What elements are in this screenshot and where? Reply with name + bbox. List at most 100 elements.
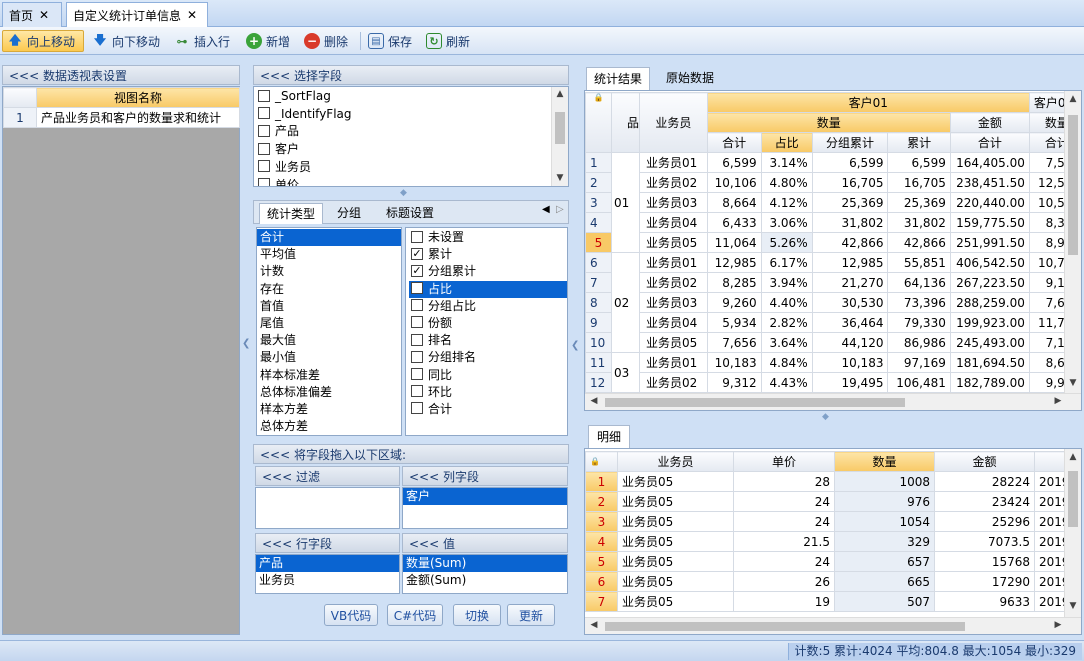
value-cell[interactable]: 199,923.00 bbox=[949, 312, 1030, 333]
sum-header[interactable]: 合计 bbox=[706, 132, 762, 153]
tab-group[interactable]: 分组 bbox=[332, 203, 366, 224]
tab-scroll-right-icon[interactable]: ▷ bbox=[556, 204, 564, 215]
checkbox[interactable] bbox=[258, 89, 270, 102]
checkbox[interactable] bbox=[258, 142, 270, 155]
table-row[interactable]: 2 业务员05 24 976 23424 2019 bbox=[585, 491, 1081, 512]
table-row[interactable]: 1 产品业务员和客户的数量求和统计 bbox=[3, 107, 240, 128]
stat-type-item[interactable]: 存在 bbox=[257, 281, 401, 298]
option-item[interactable]: 合计 bbox=[409, 401, 567, 418]
salesperson-cell[interactable]: 业务员05 bbox=[617, 571, 734, 592]
scroll-thumb[interactable] bbox=[1068, 471, 1078, 527]
salesperson-header[interactable]: 业务员 bbox=[639, 92, 708, 153]
delete-button[interactable]: − 删除 bbox=[300, 30, 352, 52]
value-cell[interactable]: 4.40% bbox=[760, 292, 813, 313]
table-row[interactable]: 3 业务员03 8,664 4.12% 25,369 25,369 220,440.00 10… bbox=[585, 192, 1081, 213]
value-cell[interactable]: 17290 bbox=[934, 571, 1035, 592]
scroll-up-icon[interactable]: ▲ bbox=[1066, 452, 1080, 462]
column-fields-drop-zone[interactable]: 客户 bbox=[402, 487, 568, 529]
amount-sum-header[interactable]: 合计 bbox=[949, 132, 1030, 153]
value-cell[interactable]: 10,183 bbox=[811, 352, 889, 373]
value-cell[interactable]: 9633 bbox=[934, 591, 1035, 612]
value-cell[interactable]: 288,259.00 bbox=[949, 292, 1030, 313]
scroll-right-icon[interactable]: ▶ bbox=[1051, 396, 1065, 406]
value-cell[interactable]: 55,851 bbox=[887, 252, 951, 273]
value-cell[interactable]: 7073.5 bbox=[934, 531, 1035, 552]
table-row[interactable]: 5 业务员05 11,064 5.26% 42,866 42,866 251,991.50 8… bbox=[585, 232, 1081, 253]
stat-type-item[interactable]: 合计 bbox=[257, 229, 401, 247]
salesperson-cell[interactable]: 业务员05 bbox=[617, 471, 734, 492]
value-cell[interactable]: 11,064 bbox=[706, 232, 762, 253]
customer01-header[interactable]: 客户01 bbox=[706, 92, 1030, 113]
value-cell[interactable]: 6,599 bbox=[706, 152, 762, 173]
csharp-code-button[interactable]: C#代码 bbox=[387, 604, 443, 626]
option-item[interactable]: 份额 bbox=[409, 315, 567, 332]
value-cell[interactable]: 9,312 bbox=[706, 372, 762, 393]
checkbox[interactable] bbox=[411, 316, 423, 329]
group-cumulative-header[interactable]: 分组累计 bbox=[811, 132, 889, 153]
scroll-down-icon[interactable]: ▼ bbox=[553, 173, 567, 183]
table-row[interactable]: 6 02 业务员01 12,985 6.17% 12,985 55,851 406,542.5… bbox=[585, 252, 1081, 353]
table-row[interactable]: 1 业务员05 28 1008 28224 2019 bbox=[585, 471, 1081, 492]
checkbox[interactable] bbox=[411, 368, 423, 380]
value-cell[interactable]: 329 bbox=[834, 531, 935, 552]
value-cell[interactable]: 24 bbox=[733, 551, 835, 572]
stat-type-item[interactable]: 平均值 bbox=[257, 246, 401, 263]
salesperson-cell[interactable]: 业务员04 bbox=[639, 312, 708, 333]
stat-type-item[interactable]: 计数 bbox=[257, 263, 401, 280]
checkbox[interactable] bbox=[258, 107, 270, 120]
tab-order-stats[interactable]: 自定义统计订单信息 ✕ bbox=[66, 2, 208, 27]
field-item[interactable]: _IdentifyFlag bbox=[258, 106, 564, 124]
collapse-left-handle[interactable]: ❮ bbox=[242, 338, 250, 362]
value-cell[interactable]: 42,866 bbox=[887, 232, 951, 253]
stat-type-item[interactable]: 最大值 bbox=[257, 332, 401, 349]
scroll-thumb[interactable] bbox=[1068, 115, 1078, 255]
table-row[interactable]: 12 业务员02 9,312 4.43% 19,495 106,481 182,789.00… bbox=[585, 372, 1081, 393]
product-header[interactable]: 品 bbox=[610, 92, 641, 153]
salesperson-cell[interactable]: 业务员05 bbox=[617, 591, 734, 612]
value-cell[interactable]: 86,986 bbox=[887, 332, 951, 353]
value-cell[interactable]: 1054 bbox=[834, 511, 935, 532]
value-cell[interactable]: 164,405.00 bbox=[949, 152, 1030, 173]
value-cell[interactable]: 73,396 bbox=[887, 292, 951, 313]
salesperson-cell[interactable]: 业务员01 bbox=[639, 152, 708, 173]
percent-header[interactable]: 占比 bbox=[760, 132, 813, 153]
value-cell[interactable]: 31,802 bbox=[811, 212, 889, 233]
value-cell[interactable]: 4.43% bbox=[760, 372, 813, 393]
tab-stat-type[interactable]: 统计类型 bbox=[259, 203, 323, 224]
switch-button[interactable]: 切换 bbox=[453, 604, 501, 626]
amount-group-header[interactable]: 金额 bbox=[949, 112, 1030, 133]
value-cell[interactable]: 665 bbox=[834, 571, 935, 592]
value-field-item[interactable]: 金额(Sum) bbox=[403, 572, 567, 589]
scroll-up-icon[interactable]: ▲ bbox=[553, 89, 567, 99]
value-cell[interactable]: 36,464 bbox=[811, 312, 889, 333]
pivot-settings-title[interactable]: <<< 数据透视表设置 bbox=[2, 65, 240, 85]
detail-salesperson-header[interactable]: 业务员 bbox=[617, 451, 734, 472]
pivot-hscrollbar[interactable]: ◀ ▶ bbox=[585, 393, 1081, 410]
salesperson-cell[interactable]: 业务员05 bbox=[617, 491, 734, 512]
value-cell[interactable]: 10,183 bbox=[706, 352, 762, 373]
view-name-header[interactable]: 视图名称 bbox=[36, 87, 240, 108]
close-icon[interactable]: ✕ bbox=[39, 8, 49, 22]
move-up-button[interactable]: 🡅 向上移动 bbox=[2, 30, 84, 52]
value-cell[interactable]: 25,369 bbox=[887, 192, 951, 213]
checkbox[interactable] bbox=[258, 124, 270, 137]
value-field-item[interactable]: 数量(Sum) bbox=[403, 555, 567, 573]
value-cell[interactable]: 12,985 bbox=[811, 252, 889, 273]
option-item[interactable]: 分组占比 bbox=[409, 298, 567, 315]
close-icon[interactable]: ✕ bbox=[187, 8, 197, 22]
table-row[interactable]: 9 业务员04 5,934 2.82% 36,464 79,330 199,923.00 11… bbox=[585, 312, 1081, 333]
option-item[interactable]: ✓ 分组累计 bbox=[409, 263, 567, 280]
scroll-thumb[interactable] bbox=[555, 112, 565, 144]
value-cell[interactable]: 10,106 bbox=[706, 172, 762, 193]
splitter-arrow-icon[interactable]: ◆ bbox=[822, 412, 829, 422]
value-cell[interactable]: 159,775.50 bbox=[949, 212, 1030, 233]
value-cell[interactable]: 182,789.00 bbox=[949, 372, 1030, 393]
table-row[interactable]: 10 业务员05 7,656 3.64% 44,120 86,986 245,493.00 7… bbox=[585, 332, 1081, 353]
option-item[interactable]: ✓ 占比 bbox=[409, 280, 567, 298]
value-cell[interactable]: 4.84% bbox=[760, 352, 813, 373]
quantity-group-header[interactable]: 数量 bbox=[706, 112, 951, 133]
field-list-scrollbar[interactable]: ▲ ▼ bbox=[551, 87, 568, 186]
value-cell[interactable]: 23424 bbox=[934, 491, 1035, 512]
value-cell[interactable]: 3.94% bbox=[760, 272, 813, 293]
stat-type-item[interactable]: 尾值 bbox=[257, 315, 401, 332]
